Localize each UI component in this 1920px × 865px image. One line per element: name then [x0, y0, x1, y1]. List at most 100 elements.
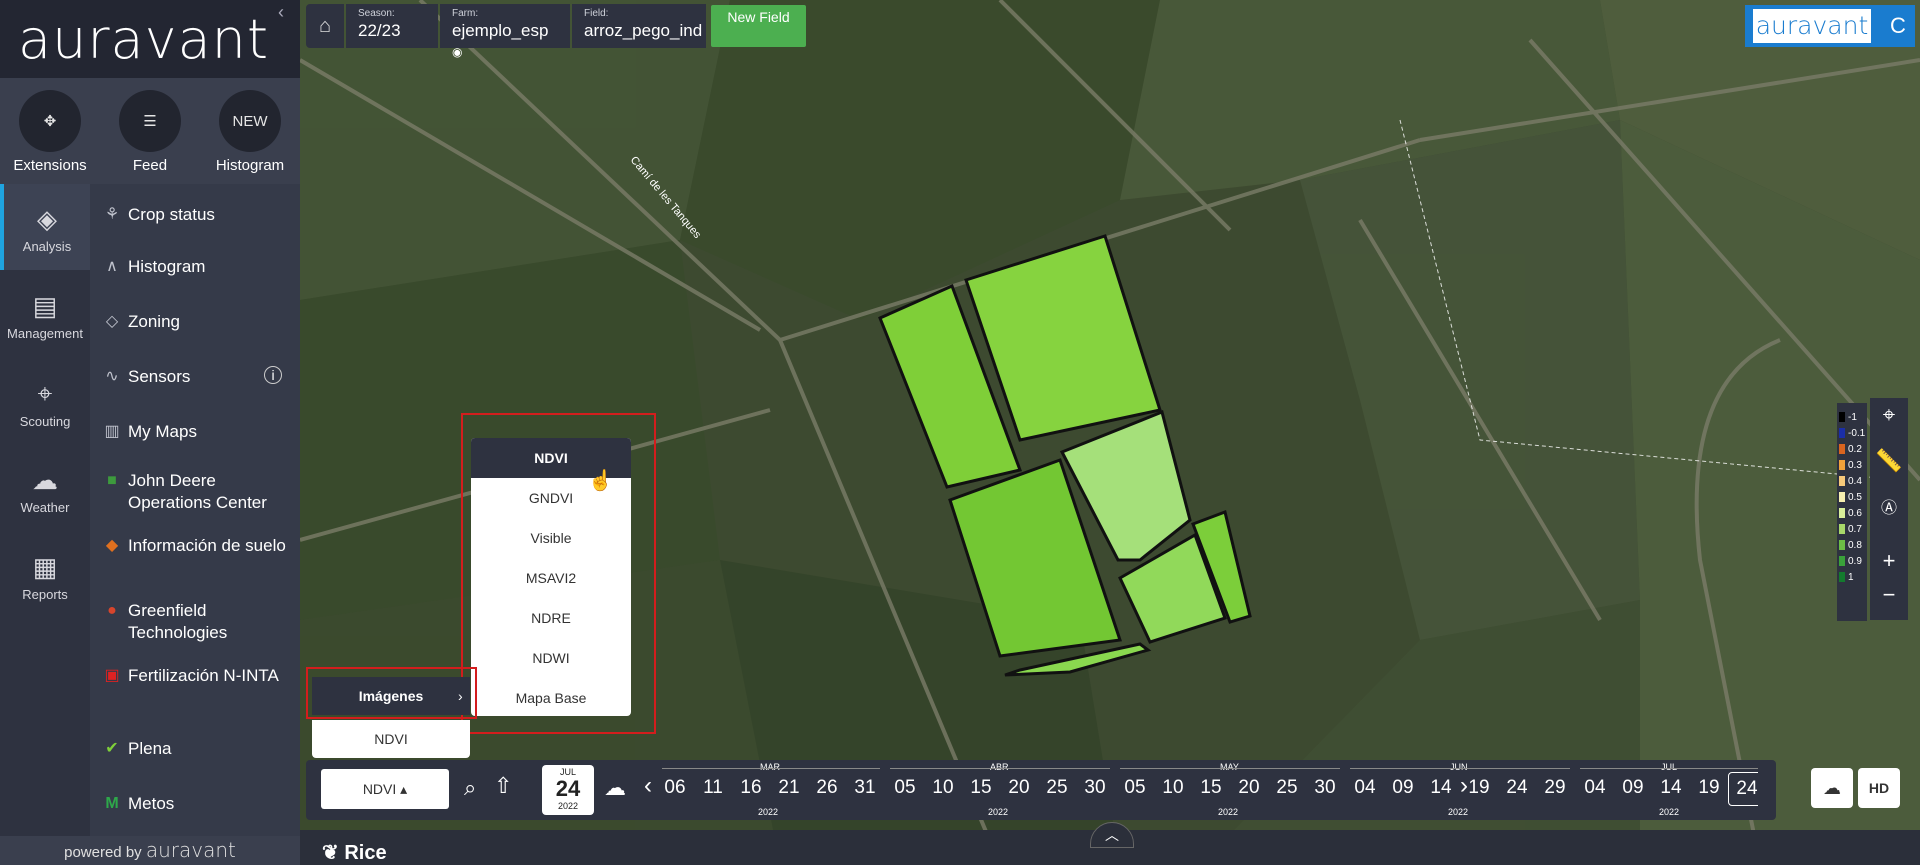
legend-label: 0.9 [1848, 555, 1862, 567]
date-item[interactable]: 09 [1384, 777, 1422, 799]
menu-label: Metos [128, 794, 175, 813]
date-item[interactable]: 10 [1154, 777, 1192, 799]
john-deere-icon: ■ [107, 472, 117, 489]
metos-icon: M [105, 795, 119, 812]
menu-metos[interactable]: M Metos [90, 793, 300, 815]
nav-label: Management [7, 326, 83, 341]
menu-label: Zoning [128, 312, 180, 331]
date-item[interactable]: 30 [1306, 777, 1344, 799]
date-item[interactable]: 14 [1422, 777, 1460, 799]
date-item[interactable]: 25 [1038, 777, 1076, 799]
extensions-button[interactable]: ✥ Extensions [0, 90, 100, 174]
selected-date-card[interactable]: JUL 24 2022 [542, 765, 594, 815]
legend-label: 0.5 [1848, 491, 1862, 503]
feed-button[interactable]: ☰ Feed [100, 90, 200, 174]
date-item[interactable]: 05 [1116, 777, 1154, 799]
legend-entry: -1 [1837, 409, 1857, 425]
season-selector[interactable]: Season: 22/23 [346, 4, 438, 48]
legend-label: 1 [1848, 571, 1854, 583]
date-item[interactable]: 24 [1498, 777, 1536, 799]
pin-icon: ⌖ [37, 378, 53, 408]
image-type-option[interactable]: NDWI [471, 638, 631, 678]
images-panel-value[interactable]: NDVI [312, 720, 470, 758]
cloud-toggle-button[interactable]: ☁ [1811, 768, 1853, 808]
date-item[interactable]: 20 [1230, 777, 1268, 799]
image-type-option[interactable]: Visible [471, 518, 631, 558]
date-item[interactable]: 04 [1346, 777, 1384, 799]
chevron-right-icon[interactable]: › [1460, 772, 1468, 800]
search-icon[interactable]: ⌕ [464, 775, 476, 801]
menu-crop-status[interactable]: ⚘ Crop status [90, 204, 300, 226]
date-year: 2022 [557, 801, 579, 811]
layers-icon: ◈ [37, 204, 57, 234]
legend-label: 0.6 [1848, 507, 1862, 519]
date-item[interactable]: 21 [770, 777, 808, 799]
zoom-out-icon[interactable]: − [1870, 582, 1908, 608]
user-initial: C [1890, 13, 1906, 38]
date-item[interactable]: 05 [886, 777, 924, 799]
date-item[interactable]: 15 [962, 777, 1000, 799]
field-value: arroz_pego_ind [584, 21, 703, 40]
menu-histogram[interactable]: ∧ Histogram [90, 256, 300, 278]
image-type-option[interactable]: MSAVI2 [471, 558, 631, 598]
date-item[interactable]: 19 [1690, 777, 1728, 799]
date-item[interactable]: 06 [662, 777, 694, 799]
date-item[interactable]: 04 [1576, 777, 1614, 799]
menu-my-maps[interactable]: ▥ My Maps [90, 421, 300, 443]
chevron-left-icon[interactable]: ‹ [644, 772, 652, 800]
home-icon[interactable]: ⌂ [306, 4, 344, 48]
date-item[interactable]: 10 [924, 777, 962, 799]
date-item[interactable]: 26 [808, 777, 846, 799]
new-field-button[interactable]: New Field [711, 5, 806, 47]
nav-scouting[interactable]: ⌖ Scouting [0, 358, 90, 444]
menu-fertilizacion[interactable]: ▣ Fertilización N-INTA [90, 665, 300, 687]
farm-value: ejemplo_esp [452, 21, 549, 40]
cloud-filter-icon[interactable]: ☁ [604, 775, 626, 801]
image-type-option[interactable]: Mapa Base [471, 678, 631, 716]
field-selector[interactable]: Field: arroz_pego_ind [572, 4, 706, 48]
date-item[interactable]: 31 [846, 777, 884, 799]
ruler-icon[interactable]: 📏 [1870, 448, 1908, 474]
soil-icon: ◆ [105, 537, 119, 554]
nav-reports[interactable]: ▦ Reports [0, 532, 90, 618]
compare-ab-icon[interactable]: Ⓐ [1870, 494, 1908, 518]
nav-weather[interactable]: ☁ Weather [0, 445, 90, 531]
date-item[interactable]: 15 [1192, 777, 1230, 799]
company-badge[interactable]: auravant C [1745, 5, 1915, 47]
upload-icon[interactable]: ⇧ [494, 773, 512, 799]
location-pin-icon[interactable]: ⌖ [1870, 402, 1908, 428]
date-item-selected[interactable]: 24 [1728, 772, 1758, 806]
hd-button[interactable]: HD [1858, 768, 1900, 808]
layer-select-button[interactable]: NDVI ▴ [321, 769, 449, 809]
histogram-extension-button[interactable]: NEW Histogram [200, 90, 300, 174]
date-item[interactable]: 20 [1000, 777, 1038, 799]
menu-label: My Maps [128, 422, 197, 441]
year-label: 2022 [1218, 807, 1239, 817]
date-item[interactable]: 29 [1536, 777, 1574, 799]
date-item[interactable]: 30 [1076, 777, 1114, 799]
zoom-in-icon[interactable]: + [1870, 548, 1908, 574]
menu-informacion-suelo[interactable]: ◆ Información de suelo [90, 535, 300, 557]
nav-management[interactable]: ▤ Management [0, 271, 90, 357]
map-tools: ⌖ 📏 Ⓐ + − [1870, 398, 1908, 620]
info-icon[interactable]: i [264, 366, 282, 384]
menu-john-deere[interactable]: ■ John Deere Operations Center [90, 470, 300, 514]
images-panel-header[interactable]: Imágenes [312, 677, 470, 715]
date-item[interactable]: 14 [1652, 777, 1690, 799]
date-item[interactable]: 11 [694, 777, 732, 799]
date-item[interactable]: 25 [1268, 777, 1306, 799]
chevron-right-icon: › [458, 688, 463, 704]
powered-brand: auravant [145, 838, 236, 862]
date-item[interactable]: 09 [1614, 777, 1652, 799]
month-label: JUN [1450, 762, 1468, 772]
nav-analysis[interactable]: ◈ Analysis [0, 184, 90, 270]
collapse-sidebar-icon[interactable]: ‹ [278, 2, 284, 23]
menu-plena[interactable]: ✔ Plena [90, 738, 300, 760]
image-type-option[interactable]: NDRE [471, 598, 631, 638]
menu-zoning[interactable]: ◇ Zoning [90, 311, 300, 333]
menu-sensors[interactable]: ∿ Sensors i [90, 366, 300, 388]
farm-selector[interactable]: Farm: ejemplo_esp ◉ [440, 4, 570, 59]
date-item[interactable]: 16 [732, 777, 770, 799]
eye-icon[interactable]: ◉ [452, 45, 462, 59]
menu-greenfield[interactable]: ● Greenfield Technologies [90, 600, 300, 644]
